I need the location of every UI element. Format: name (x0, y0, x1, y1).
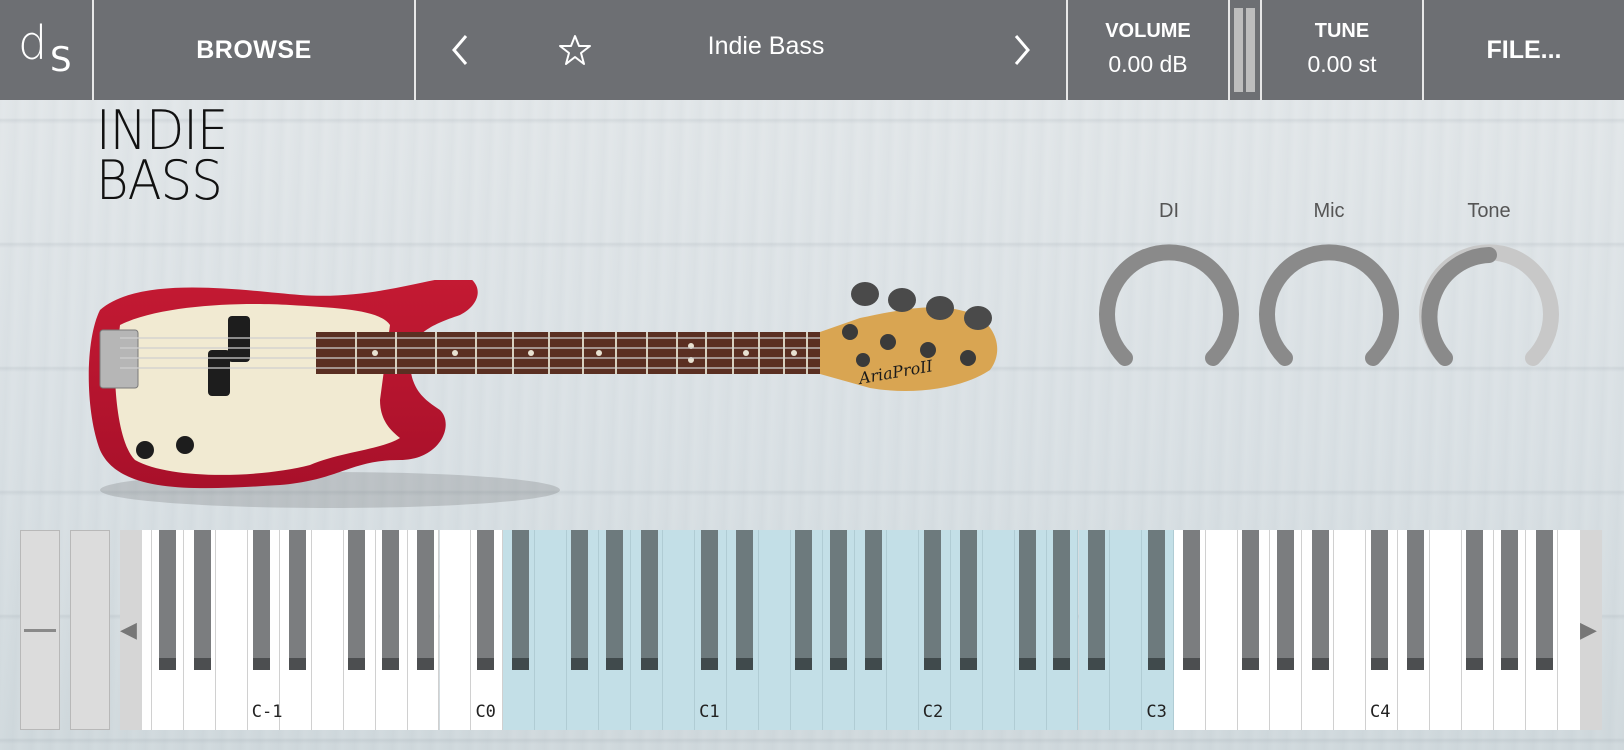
knob-mic[interactable]: Mic (1254, 200, 1404, 382)
preset-name[interactable]: Indie Bass (596, 32, 936, 61)
black-key[interactable] (1535, 530, 1553, 670)
tune-control[interactable]: TUNE 0.00 st (1262, 0, 1422, 100)
black-key[interactable] (1466, 530, 1484, 670)
knob-tone[interactable]: Tone (1414, 200, 1564, 382)
logo-s: S (50, 40, 72, 80)
white-key[interactable] (142, 530, 152, 730)
black-key[interactable] (417, 530, 435, 670)
left-arrow-icon: ◀ (120, 618, 137, 643)
scroll-keys-right-button[interactable]: ▶ (1580, 530, 1602, 730)
pitch-wheel[interactable] (20, 530, 60, 730)
meter-left-bar (1234, 8, 1243, 92)
bass-guitar-image: AriaProII (88, 280, 998, 508)
black-key[interactable] (1500, 530, 1518, 670)
black-key[interactable] (1276, 530, 1294, 670)
black-key[interactable] (193, 530, 211, 670)
black-key[interactable] (605, 530, 623, 670)
white-key[interactable] (1557, 530, 1580, 730)
knob-di-dial[interactable] (1094, 242, 1244, 382)
white-key[interactable] (311, 530, 344, 730)
black-key[interactable] (347, 530, 365, 670)
black-key[interactable] (158, 530, 176, 670)
knob-di[interactable]: DI (1094, 200, 1244, 382)
white-key[interactable] (535, 530, 568, 730)
preset-selector: Indie Bass (416, 0, 1066, 100)
browse-button[interactable]: BROWSE (94, 0, 414, 100)
black-key[interactable] (512, 530, 530, 670)
pitch-wheel-center-mark (24, 629, 56, 632)
black-key[interactable] (382, 530, 400, 670)
octave-label: C3 (1146, 702, 1167, 722)
octave-label: C4 (1370, 702, 1391, 722)
black-key[interactable] (1242, 530, 1260, 670)
meter-right-bar (1246, 8, 1255, 92)
octave-label: C2 (922, 702, 944, 722)
title-line-2: BASS (96, 149, 223, 212)
knob-tone-label: Tone (1467, 200, 1511, 222)
mod-wheel[interactable] (70, 530, 110, 730)
black-key[interactable] (829, 530, 847, 670)
black-key[interactable] (641, 530, 659, 670)
file-menu-button[interactable]: FILE... (1424, 0, 1624, 100)
tune-label: TUNE (1314, 20, 1370, 42)
black-key[interactable] (924, 530, 942, 670)
knob-di-label: DI (1159, 200, 1179, 222)
white-key[interactable] (663, 530, 696, 730)
next-preset-icon[interactable] (1006, 30, 1036, 70)
knob-mic-label: Mic (1313, 200, 1345, 222)
black-key[interactable] (959, 530, 977, 670)
black-key[interactable] (700, 530, 718, 670)
instrument-title: INDIE BASS (96, 104, 228, 212)
black-key[interactable] (735, 530, 753, 670)
level-meter (1230, 0, 1260, 100)
octave-label: C1 (699, 702, 720, 722)
white-key[interactable] (886, 530, 919, 730)
scroll-keys-left-button[interactable]: ◀ (120, 530, 142, 730)
black-key[interactable] (1371, 530, 1389, 670)
previous-preset-icon[interactable] (446, 30, 476, 70)
logo-d: d (18, 16, 48, 70)
white-key[interactable] (1206, 530, 1239, 730)
octave-label: C-1 (251, 702, 283, 722)
white-key[interactable] (982, 530, 1015, 730)
white-key[interactable] (1429, 530, 1462, 730)
knob-mic-dial[interactable] (1254, 242, 1404, 382)
black-key[interactable] (864, 530, 882, 670)
volume-label: VOLUME (1105, 20, 1191, 42)
app-logo[interactable]: d S (0, 0, 92, 100)
black-key[interactable] (1088, 530, 1106, 670)
black-key[interactable] (476, 530, 494, 670)
black-key[interactable] (1312, 530, 1330, 670)
white-key[interactable] (1334, 530, 1367, 730)
tune-value: 0.00 st (1307, 51, 1377, 77)
knob-tone-dial[interactable] (1414, 242, 1564, 382)
black-key[interactable] (1147, 530, 1165, 670)
black-key[interactable] (1018, 530, 1036, 670)
volume-value: 0.00 dB (1108, 51, 1188, 77)
black-key[interactable] (571, 530, 589, 670)
black-key[interactable] (1053, 530, 1071, 670)
white-key[interactable] (1110, 530, 1143, 730)
black-key[interactable] (795, 530, 813, 670)
keyboard: ◀ C-1 C0 C1 C2 C3 C4 ▶ (20, 530, 1604, 730)
white-key[interactable] (215, 530, 248, 730)
favorite-star-icon[interactable] (558, 33, 592, 67)
piano-keys: C-1 C0 C1 C2 C3 C4 (142, 530, 1580, 730)
black-key[interactable] (288, 530, 306, 670)
black-key[interactable] (1406, 530, 1424, 670)
top-bar: d S BROWSE Indie Bass VOLUME 0.00 dB TUN… (0, 0, 1624, 100)
volume-control[interactable]: VOLUME 0.00 dB (1068, 0, 1228, 100)
right-arrow-icon: ▶ (1580, 618, 1597, 643)
black-key[interactable] (1183, 530, 1201, 670)
octave-label: C0 (475, 702, 496, 722)
white-key[interactable] (759, 530, 791, 730)
white-key[interactable] (439, 530, 472, 730)
black-key[interactable] (253, 530, 271, 670)
